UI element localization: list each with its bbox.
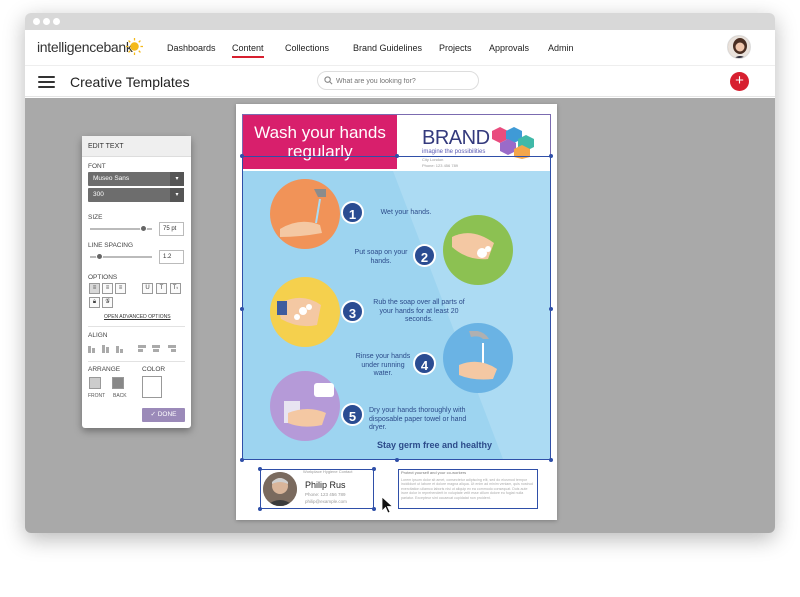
window-dot[interactable]: [33, 18, 40, 25]
page-header: Creative Templates +: [25, 67, 775, 97]
resize-handle[interactable]: [549, 458, 553, 462]
font-weight-select[interactable]: 300 ▾: [88, 188, 184, 202]
bring-front-button[interactable]: [89, 377, 101, 389]
menu-icon[interactable]: [38, 76, 55, 88]
search-input[interactable]: [336, 74, 474, 88]
nav-dashboards[interactable]: Dashboards: [167, 43, 216, 53]
poster-footer: Workplace Hygiene Contact Philip Rus Pho…: [242, 464, 551, 514]
advanced-options-link[interactable]: OPEN ADVANCED OPTIONS: [104, 314, 171, 320]
search-box[interactable]: [317, 71, 479, 90]
contact-email: philip@example.com: [305, 499, 347, 504]
font-family-select[interactable]: Museo Sans ▾: [88, 172, 184, 186]
line-spacing-slider-handle[interactable]: [95, 253, 103, 260]
brand-hexagon-logo-icon: [492, 127, 534, 159]
page-title: Creative Templates: [70, 74, 190, 90]
font-label: FONT: [88, 163, 106, 170]
resize-handle[interactable]: [395, 458, 399, 462]
search-icon: [324, 76, 333, 85]
window-dot[interactable]: [53, 18, 60, 25]
nav-admin[interactable]: Admin: [548, 43, 574, 53]
align-right-icon[interactable]: ≡: [115, 283, 126, 294]
panel-header: EDIT TEXT: [82, 136, 191, 157]
contact-phone: Phone: 123 456 789: [305, 492, 346, 497]
window-titlebar: [25, 13, 775, 30]
footer-text-body: Lorem ipsum dolor sit amet, consectetur …: [401, 477, 533, 500]
chevron-down-icon: ▾: [170, 172, 184, 186]
resize-handle[interactable]: [395, 154, 399, 158]
options-label: OPTIONS: [88, 274, 118, 281]
nav-brand-guidelines[interactable]: Brand Guidelines: [353, 43, 422, 53]
lock-icon[interactable]: 🔒︎: [89, 297, 100, 308]
contact-card-title: Workplace Hygiene Contact: [303, 469, 353, 474]
resize-handle[interactable]: [240, 458, 244, 462]
resize-handle[interactable]: [240, 307, 244, 311]
size-slider[interactable]: [90, 225, 152, 232]
contact-card[interactable]: Workplace Hygiene Contact Philip Rus Pho…: [258, 467, 394, 514]
footer-text-title: Protect yourself and your co-workers: [401, 470, 467, 475]
check-icon: ✓: [150, 411, 156, 418]
done-label: DONE: [157, 411, 177, 418]
uppercase-button[interactable]: T: [156, 283, 167, 294]
align-label: ALIGN: [88, 332, 108, 339]
resize-handle[interactable]: [549, 154, 553, 158]
divider: [88, 326, 185, 327]
contact-name[interactable]: Philip Rus: [305, 480, 346, 490]
subscript-button[interactable]: Tₜ: [170, 283, 181, 294]
script-font-icon[interactable]: 𝒢: [102, 297, 113, 308]
color-swatch[interactable]: [142, 376, 162, 398]
add-button[interactable]: +: [730, 72, 749, 91]
size-slider-handle[interactable]: [139, 225, 147, 232]
edit-text-panel: EDIT TEXT FONT Museo Sans ▾ 300 ▾ SIZE 7…: [82, 136, 191, 428]
nav-approvals[interactable]: Approvals: [489, 43, 529, 53]
font-family-value: Museo Sans: [93, 175, 130, 182]
front-label: FRONT: [88, 393, 106, 399]
resize-handle[interactable]: [372, 467, 376, 471]
document-page[interactable]: Wash your hands regularly BRAND imagine …: [236, 104, 557, 520]
editor-canvas: EDIT TEXT FONT Museo Sans ▾ 300 ▾ SIZE 7…: [25, 98, 775, 533]
align-center-icon[interactable]: ≡: [102, 283, 113, 294]
line-spacing-slider[interactable]: [90, 253, 152, 260]
divider: [88, 361, 185, 362]
align-left-icon[interactable]: ≡: [89, 283, 100, 294]
resize-handle[interactable]: [240, 154, 244, 158]
nav-projects[interactable]: Projects: [439, 43, 472, 53]
user-avatar[interactable]: [727, 35, 751, 59]
resize-handle[interactable]: [258, 467, 262, 471]
logo[interactable]: intelligencebank: [37, 39, 133, 55]
line-spacing-label: LINE SPACING: [88, 242, 134, 249]
chevron-down-icon: ▾: [170, 188, 184, 202]
browser-window: intelligencebank Dashboards Content Coll…: [25, 13, 775, 533]
window-dot[interactable]: [43, 18, 50, 25]
footer-text-block[interactable]: Protect yourself and your co-workers Lor…: [398, 469, 538, 509]
font-weight-value: 300: [93, 191, 104, 198]
send-back-button[interactable]: [112, 377, 124, 389]
contact-photo: [263, 472, 297, 506]
brand-tagline: imagine the possibilities: [422, 149, 486, 155]
size-input[interactable]: 75 pt: [159, 222, 184, 236]
nav-content[interactable]: Content: [232, 43, 264, 58]
resize-handle[interactable]: [258, 507, 262, 511]
back-label: BACK: [113, 393, 127, 399]
color-label: COLOR: [142, 366, 166, 373]
resize-handle[interactable]: [549, 307, 553, 311]
size-label: SIZE: [88, 214, 103, 221]
arrange-label: ARRANGE: [88, 366, 121, 373]
top-navigation: intelligencebank Dashboards Content Coll…: [25, 30, 775, 66]
sun-logo-icon: [126, 38, 143, 55]
resize-handle[interactable]: [372, 507, 376, 511]
selection-frame[interactable]: [240, 154, 553, 462]
underline-button[interactable]: U: [142, 283, 153, 294]
line-spacing-input[interactable]: 1.2: [159, 250, 184, 264]
done-button[interactable]: ✓ DONE: [142, 408, 185, 422]
brand-name[interactable]: BRAND: [422, 127, 490, 150]
align-objects-icon[interactable]: [88, 344, 186, 354]
mouse-pointer-icon: [381, 496, 394, 514]
nav-collections[interactable]: Collections: [285, 43, 329, 53]
